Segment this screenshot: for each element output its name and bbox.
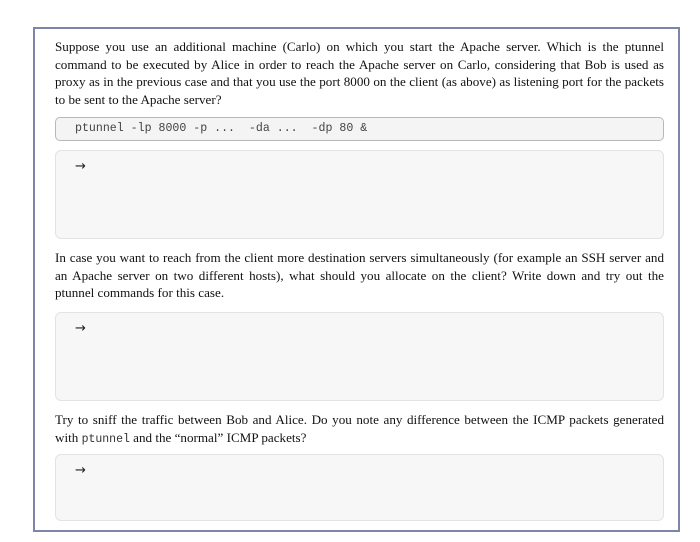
answer-box-3[interactable]: →	[55, 454, 664, 521]
inline-code-ptunnel: ptunnel	[81, 432, 130, 446]
question-2-text: In case you want to reach from the clien…	[55, 250, 664, 300]
question-3-text: Try to sniff the traffic between Bob and…	[55, 411, 664, 448]
right-arrow-icon: →	[75, 159, 86, 174]
question-1-text: Suppose you use an additional machine (C…	[55, 39, 664, 107]
right-arrow-icon: →	[75, 321, 86, 336]
answer-box-2[interactable]: →	[55, 312, 664, 401]
command-code-block: ptunnel -lp 8000 -p ... -da ... -dp 80 &	[55, 117, 664, 141]
question-3-text-end: and the “normal” ICMP packets?	[129, 429, 307, 445]
right-arrow-icon: →	[75, 463, 86, 478]
answer-box-1[interactable]: →	[55, 150, 664, 239]
exercise-frame: Suppose you use an additional machine (C…	[33, 27, 680, 532]
